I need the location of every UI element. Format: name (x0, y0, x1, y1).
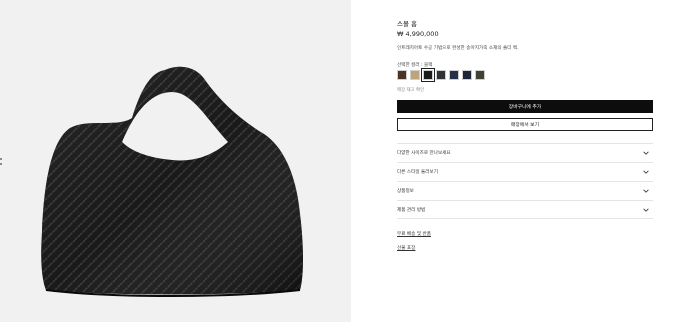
color-swatch-deep-navy[interactable] (462, 70, 472, 80)
product-detail-panel: 스몰 홉 ₩ 4,990,000 인트레치아토 수공 기법으로 완성한 송아지가… (397, 0, 653, 322)
view-in-store-button[interactable]: 매장에서 보기 (397, 118, 653, 131)
chevron-down-icon (643, 170, 649, 174)
accordion-item-sizes[interactable]: 다양한 사이즈로 만나보세요 (397, 143, 653, 162)
accordion-label: 다양한 사이즈로 만나보세요 (397, 151, 451, 156)
color-swatch-navy[interactable] (449, 70, 459, 80)
product-image-panel (0, 0, 351, 322)
accordion-label: 상품정보 (397, 189, 414, 194)
free-delivery-returns-link[interactable]: 무료 배송 및 반품 (397, 231, 431, 237)
product-price: ₩ 4,990,000 (397, 30, 439, 38)
chevron-down-icon (643, 189, 649, 193)
add-to-cart-button[interactable]: 장바구니에 추가 (397, 100, 653, 113)
color-swatches (397, 68, 485, 82)
color-swatch-dark-gray[interactable] (436, 70, 446, 80)
chevron-down-icon (643, 208, 649, 212)
color-swatch-olive[interactable] (475, 70, 485, 80)
accordion-item-product-info[interactable]: 상품정보 (397, 181, 653, 200)
accordion-label: 제품 관리 방법 (397, 207, 426, 213)
accordion-item-other-styles[interactable]: 다른 스타일 둘러보기 (397, 162, 653, 181)
edge-mark (0, 163, 2, 165)
product-title: 스몰 홉 (397, 20, 418, 28)
accordion-label: 다른 스타일 둘러보기 (397, 170, 438, 175)
chevron-down-icon (643, 151, 649, 155)
check-store-stock-link[interactable]: 매장 재고 확인 (397, 87, 424, 93)
color-swatch-brown[interactable] (397, 70, 407, 80)
gift-wrapping-link[interactable]: 선물 포장 (397, 245, 415, 251)
color-swatch-tan[interactable] (410, 70, 420, 80)
edge-mark (0, 158, 2, 160)
product-image (41, 66, 303, 297)
selected-color-label: 선택한 컬러 : 블랙 (397, 63, 433, 68)
accordion: 다양한 사이즈로 만나보세요 다른 스타일 둘러보기 상품정보 제품 관리 방법 (397, 143, 653, 219)
color-swatch-black[interactable] (421, 68, 435, 82)
product-description: 인트레치아토 수공 기법으로 완성한 송아지가죽 소재의 숄더 백. (397, 46, 519, 51)
accordion-item-care[interactable]: 제품 관리 방법 (397, 200, 653, 219)
